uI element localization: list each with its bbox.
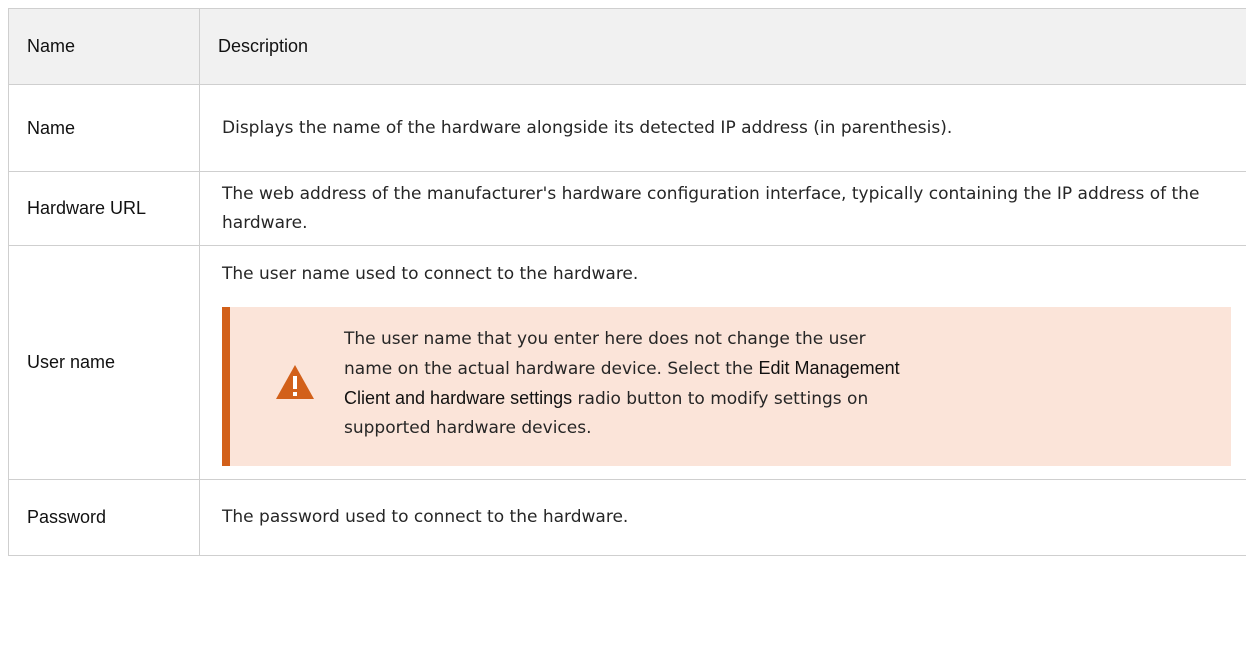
table-row: Password The password used to connect to…	[8, 479, 1246, 556]
row-name-cell: Name	[8, 84, 200, 172]
row-name-cell: User name	[8, 245, 200, 480]
warning-text: The user name that you enter here does n…	[344, 325, 904, 443]
row-name-cell: Hardware URL	[8, 171, 200, 246]
row-description-cell: Displays the name of the hardware alongs…	[199, 84, 1246, 172]
table-row: Name Displays the name of the hardware a…	[8, 84, 1246, 172]
warning-callout: The user name that you enter here does n…	[222, 306, 1231, 466]
table-row: Hardware URL The web address of the manu…	[8, 171, 1246, 246]
row-name-cell: Password	[8, 479, 200, 556]
row-description-text: The user name used to connect to the har…	[222, 263, 639, 284]
warning-triangle-icon	[276, 365, 314, 399]
row-description-cell: The password used to connect to the hard…	[199, 479, 1246, 556]
user-name-description: The user name used to connect to the har…	[222, 260, 1246, 466]
hardware-properties-table: Name Description Name Displays the name …	[8, 8, 1246, 556]
table-header-row: Name Description	[8, 8, 1246, 85]
table-row: User name The user name used to connect …	[8, 245, 1246, 480]
column-header-name: Name	[8, 8, 200, 85]
row-description-cell: The user name used to connect to the har…	[199, 245, 1246, 480]
row-description-cell: The web address of the manufacturer's ha…	[199, 171, 1246, 246]
column-header-description: Description	[199, 8, 1246, 85]
